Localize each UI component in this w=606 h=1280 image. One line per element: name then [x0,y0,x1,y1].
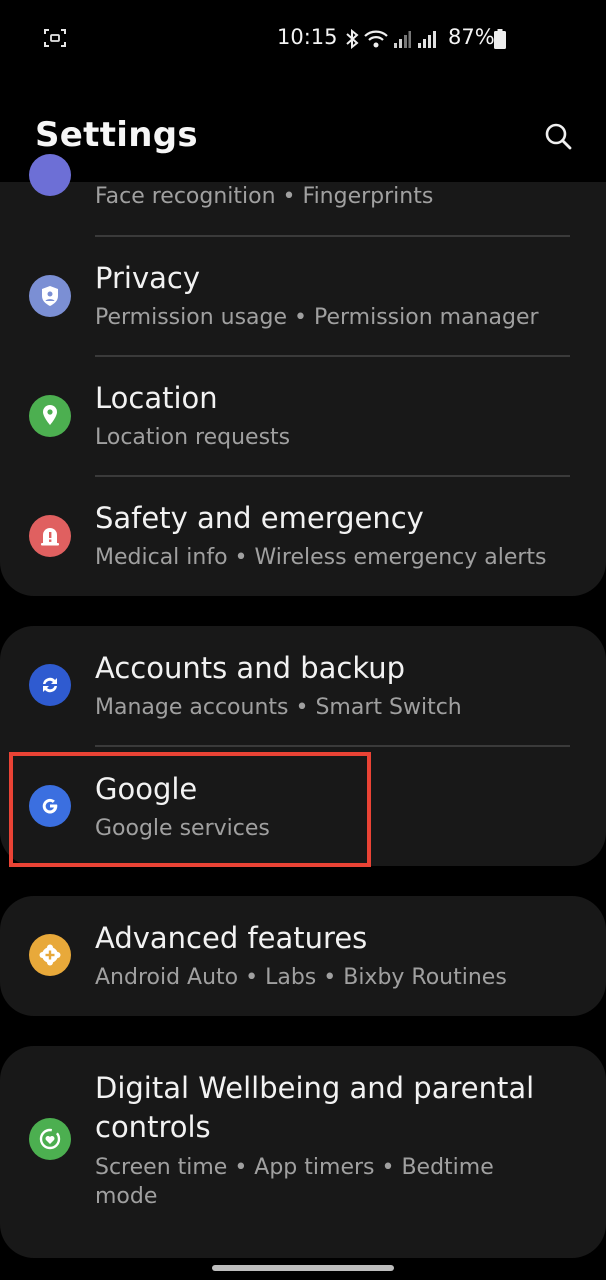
page-title: Settings [35,115,198,155]
plus-cog-icon [29,934,71,976]
advanced-label: Advanced features [95,921,368,955]
security-card: Face recognition • Fingerprints Privacy … [0,154,606,596]
screenshot-icon [44,29,66,47]
wellbeing-label-line1: Digital Wellbeing and parental [95,1071,535,1105]
advanced-card: Advanced features Android Auto • Labs • … [0,896,606,1016]
wellbeing-subtitle-line1: Screen time • App timers • Bedtime [95,1155,494,1180]
accounts-row[interactable]: Accounts and backup Manage accounts • Sm… [0,626,606,746]
battery-icon [494,29,506,49]
wellbeing-subtitle-line2: mode [95,1184,158,1209]
wifi-icon [364,30,388,48]
shield-icon [29,275,71,317]
wellbeing-label-line2: controls [95,1110,211,1144]
home-gesture-bar[interactable] [212,1265,394,1271]
accounts-subtitle: Manage accounts • Smart Switch [95,695,462,720]
privacy-label: Privacy [95,261,200,295]
location-subtitle: Location requests [95,425,291,450]
sync-icon [29,664,71,706]
advanced-subtitle: Android Auto • Labs • Bixby Routines [95,965,507,990]
location-row[interactable]: Location Location requests [0,364,606,478]
settings-screen: 10:15 87% Settings Face recognition • Fi… [0,0,606,1280]
search-icon[interactable] [540,118,576,154]
status-bar: 10:15 87% [0,22,606,56]
signal-1-icon [394,31,411,48]
accounts-label: Accounts and backup [95,651,406,685]
bluetooth-icon [346,29,359,49]
divider [95,235,570,237]
location-pin-icon [29,395,71,437]
status-icons [345,26,437,52]
wellbeing-icon [29,1118,71,1160]
safety-subtitle: Medical info • Wireless emergency alerts [95,545,547,570]
safety-row[interactable]: Safety and emergency Medical info • Wire… [0,484,606,596]
wellbeing-row[interactable]: Digital Wellbeing and parental controls … [0,1046,606,1258]
privacy-row[interactable]: Privacy Permission usage • Permission ma… [0,244,606,358]
divider [95,475,570,477]
highlight-box [9,752,371,867]
wellbeing-card: Digital Wellbeing and parental controls … [0,1046,606,1258]
divider [95,355,570,357]
biometrics-icon [29,154,71,196]
biometrics-subtitle: Face recognition • Fingerprints [95,184,434,209]
location-label: Location [95,381,218,415]
divider [95,745,570,747]
alert-icon [29,515,71,557]
safety-label: Safety and emergency [95,501,424,535]
advanced-row[interactable]: Advanced features Android Auto • Labs • … [0,896,606,1016]
status-time: 10:15 [277,25,338,49]
signal-2-icon [418,31,436,48]
privacy-subtitle: Permission usage • Permission manager [95,305,539,330]
battery-percent: 87% [448,25,495,49]
biometrics-row[interactable]: Face recognition • Fingerprints [0,154,606,240]
